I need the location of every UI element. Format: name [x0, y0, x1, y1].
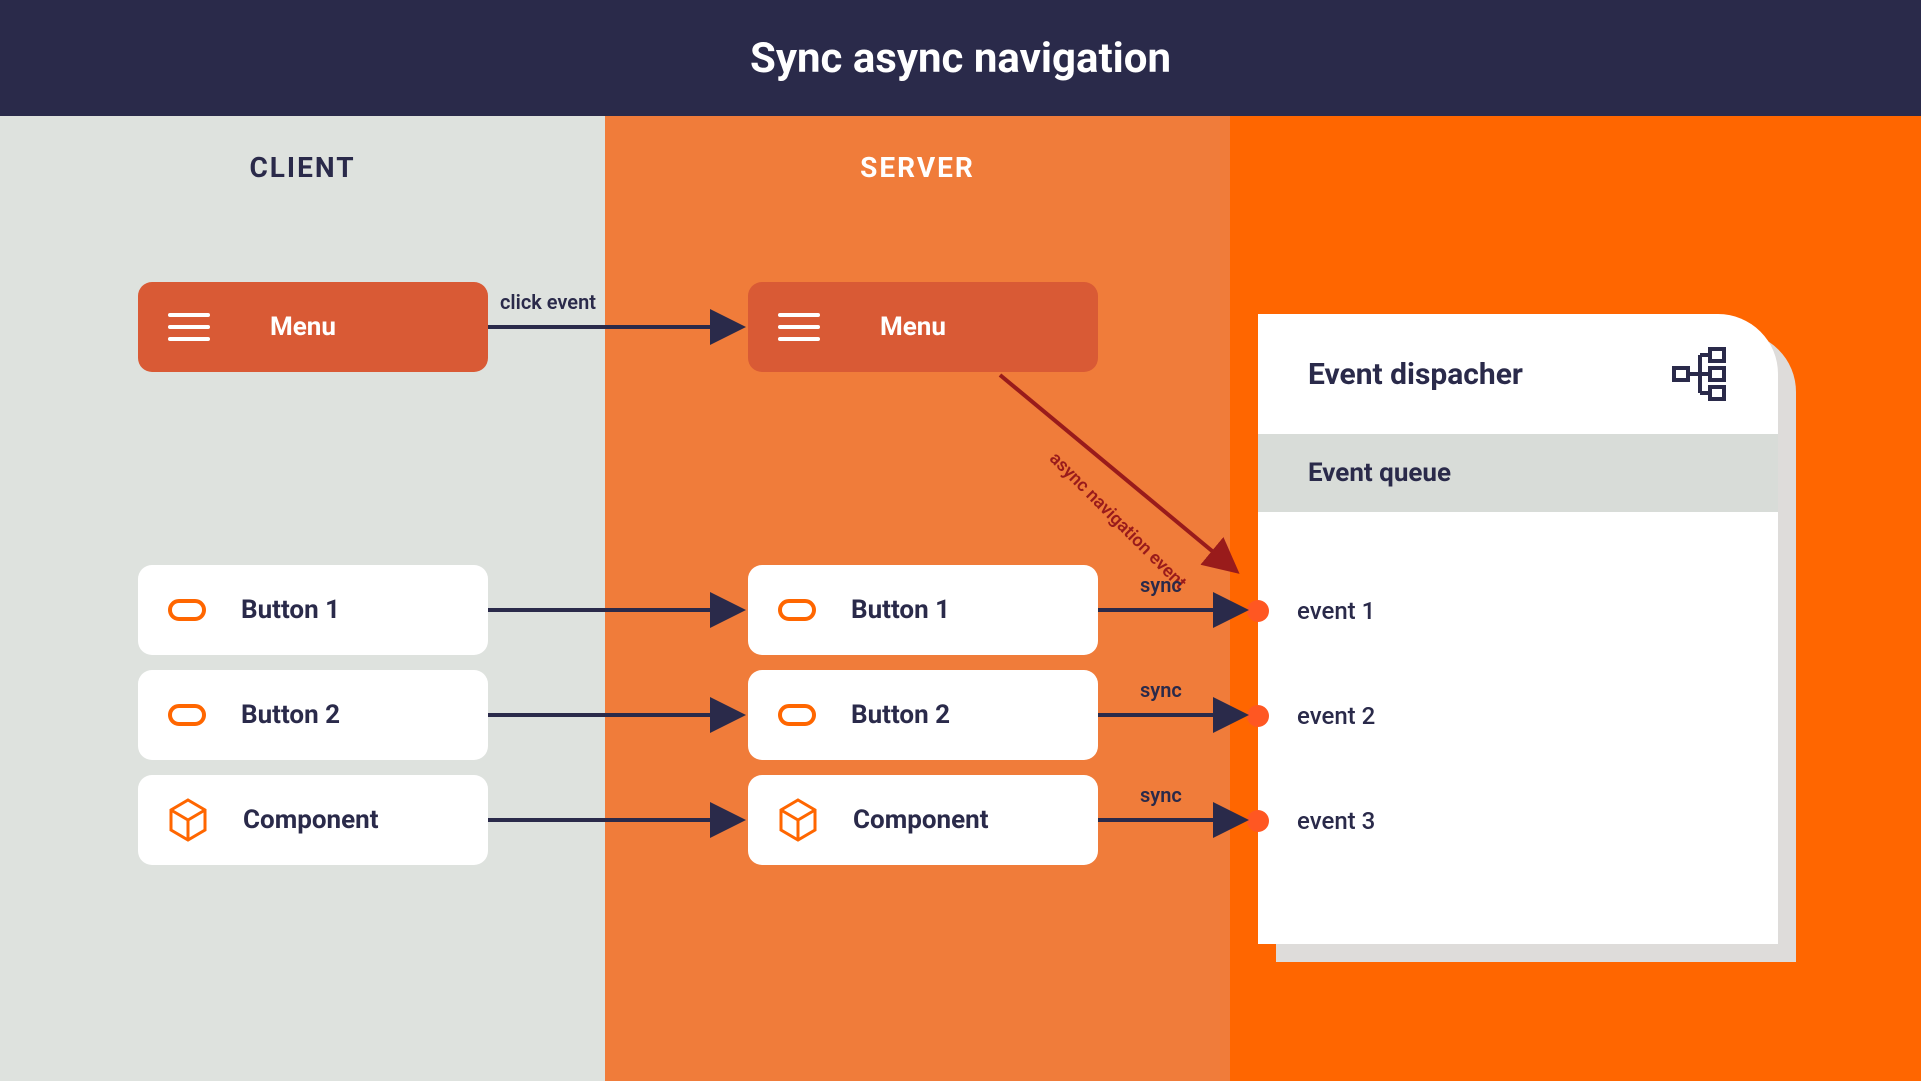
pill-icon: [168, 704, 206, 726]
dispatcher-header: Event dispacher: [1258, 314, 1778, 434]
cube-icon: [168, 798, 208, 842]
server-button-1-label: Button 1: [851, 595, 950, 625]
click-event-label: click event: [500, 290, 596, 314]
server-component: Component: [748, 775, 1098, 865]
event-row: event 3: [1258, 807, 1375, 835]
event-row: event 2: [1258, 702, 1375, 730]
server-menu-button: Menu: [748, 282, 1098, 372]
client-panel-label: CLIENT: [0, 151, 605, 184]
event-dot-icon: [1247, 810, 1269, 832]
client-button-2[interactable]: Button 2: [138, 670, 488, 760]
sync-label: sync: [1140, 678, 1182, 702]
event-label: event 3: [1297, 807, 1375, 835]
client-component-label: Component: [243, 805, 379, 835]
event-label: event 1: [1297, 597, 1375, 625]
diagram-header: Sync async navigation: [0, 0, 1921, 116]
pill-icon: [778, 599, 816, 621]
cube-icon: [778, 798, 818, 842]
client-menu-label: Menu: [270, 312, 336, 342]
sitemap-icon: [1670, 345, 1728, 403]
server-button-2: Button 2: [748, 670, 1098, 760]
client-button-1-label: Button 1: [241, 595, 340, 625]
event-queue-header: Event queue: [1258, 434, 1778, 512]
server-button-1: Button 1: [748, 565, 1098, 655]
event-label: event 2: [1297, 702, 1375, 730]
event-dispatcher-panel: Event dispacher Event queue event 1 even…: [1258, 314, 1778, 944]
server-menu-label: Menu: [880, 312, 946, 342]
client-button-2-label: Button 2: [241, 700, 340, 730]
hamburger-icon: [168, 313, 210, 341]
client-component[interactable]: Component: [138, 775, 488, 865]
event-dot-icon: [1247, 705, 1269, 727]
diagram-title: Sync async navigation: [750, 34, 1171, 83]
event-dot-icon: [1247, 600, 1269, 622]
pill-icon: [168, 599, 206, 621]
client-button-1[interactable]: Button 1: [138, 565, 488, 655]
client-menu-button[interactable]: Menu: [138, 282, 488, 372]
event-queue-title: Event queue: [1308, 458, 1451, 488]
pill-icon: [778, 704, 816, 726]
sync-label: sync: [1140, 783, 1182, 807]
dispatcher-title: Event dispacher: [1308, 357, 1523, 392]
hamburger-icon: [778, 313, 820, 341]
server-panel-label: SERVER: [605, 151, 1230, 184]
server-component-label: Component: [853, 805, 989, 835]
server-button-2-label: Button 2: [851, 700, 950, 730]
event-row: event 1: [1258, 597, 1375, 625]
sync-label: sync: [1140, 573, 1182, 597]
event-queue-list: event 1 event 2 event 3: [1258, 512, 1778, 944]
